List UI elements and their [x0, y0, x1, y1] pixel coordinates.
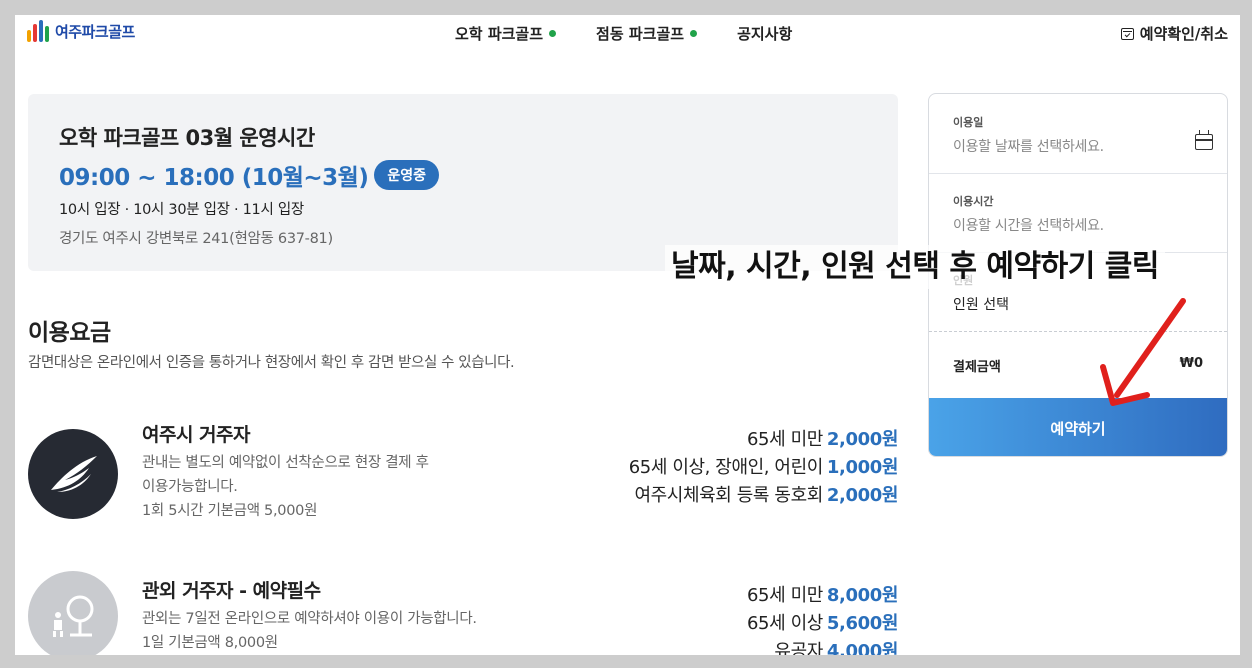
divider — [929, 173, 1227, 174]
status-badge: 운영중 — [374, 160, 439, 190]
price-amount: 4,000원 — [826, 641, 899, 655]
page: 여주파크골프 오학 파크골프 점동 파크골프 공지사항 예약확인/취소 오학 파… — [15, 15, 1240, 655]
fee-price-list: 65세 미만 2,000원 65세 이상, 장애인, 어린이 1,000원 여주시체… — [628, 426, 899, 510]
calendar-check-icon — [1120, 27, 1134, 40]
fee-group-name: 관외 거주자 - 예약필수 — [142, 580, 321, 602]
site-header: 여주파크골프 오학 파크골프 점동 파크골프 공지사항 예약확인/취소 — [15, 15, 1240, 51]
nav-item-label: 점동 파크골프 — [596, 25, 685, 43]
reservation-check-link[interactable]: 예약확인/취소 — [1120, 23, 1228, 44]
price-amount: 1,000원 — [826, 457, 899, 478]
wing-icon — [28, 429, 118, 519]
note-line: 1일 기본금액 8,000원 — [142, 635, 278, 651]
nav-item-notice[interactable]: 공지사항 — [737, 23, 792, 44]
note-line: 관외는 7일전 온라인으로 예약하셔야 이용이 가능합니다. — [142, 611, 477, 627]
price-label: 65세 이상 — [746, 613, 823, 634]
reservation-check-label: 예약확인/취소 — [1139, 25, 1228, 43]
price-label: 65세 미만 — [746, 585, 823, 606]
time-field[interactable]: 이용시간 이용할 시간을 선택하세요. — [929, 193, 1227, 235]
price-line: 유공자 4,000원 — [747, 638, 898, 655]
time-placeholder: 이용할 시간을 선택하세요. — [953, 218, 1104, 234]
logo-text: 여주파크골프 — [55, 23, 135, 41]
nav-item-label: 오학 파크골프 — [455, 25, 544, 43]
fee-section-title: 이용요금 — [28, 320, 111, 346]
operating-hours: 09:00 ~ 18:00 (10월~3월) — [59, 165, 369, 191]
price-amount: 2,000원 — [826, 485, 899, 506]
price-label: 유공자 — [774, 641, 823, 655]
nav-item-label: 공지사항 — [737, 25, 793, 43]
price-amount: 8,000원 — [826, 585, 899, 606]
price-label: 여주시체육회 등록 동호회 — [634, 485, 823, 506]
instruction-annotation: 날짜, 시간, 인원 선택 후 예약하기 클릭 — [665, 245, 1165, 289]
price-line: 여주시체육회 등록 동호회 2,000원 — [629, 482, 898, 510]
status-dot-icon — [690, 30, 698, 37]
fee-section-description: 감면대상은 온라인에서 인증을 통하거나 현장에서 확인 후 감면 받으실 수 … — [28, 355, 515, 371]
fee-group-name: 여주시 거주자 — [142, 424, 251, 446]
date-placeholder: 이용할 날짜를 선택하세요. — [953, 139, 1104, 155]
red-arrow-icon — [1100, 298, 1186, 406]
fee-group-note: 관외는 7일전 온라인으로 예약하셔야 이용이 가능합니다. 1일 기본금액 8… — [142, 607, 542, 655]
calendar-icon[interactable] — [1195, 130, 1213, 150]
time-label: 이용시간 — [953, 195, 994, 208]
date-label: 이용일 — [953, 116, 984, 129]
note-line: 이용가능합니다. — [142, 479, 238, 495]
fee-group-body: 관외 거주자 - 예약필수 관외는 7일전 온라인으로 예약하셔야 이용이 가능… — [142, 576, 542, 655]
price-label: 65세 이상, 장애인, 어린이 — [628, 457, 824, 478]
price-label: 65세 미만 — [746, 429, 823, 450]
hours-title: 오학 파크골프 03월 운영시간 — [59, 126, 315, 150]
hours-row: 09:00 ~ 18:00 (10월~3월) 운영중 — [59, 158, 867, 192]
price-line: 65세 미만 2,000원 — [629, 426, 898, 454]
nav-item-jeomdong[interactable]: 점동 파크골프 — [596, 23, 698, 44]
price-amount: 5,600원 — [826, 613, 899, 634]
nav-item-ohak[interactable]: 오학 파크골프 — [455, 23, 557, 44]
tree-bench-icon — [28, 571, 118, 655]
date-field[interactable]: 이용일 이용할 날짜를 선택하세요. — [929, 114, 1227, 156]
fee-price-list: 65세 미만 8,000원 65세 이상 5,600원 유공자 4,000원 — [747, 582, 898, 655]
price-line: 65세 이상 5,600원 — [747, 610, 898, 638]
price-amount: 2,000원 — [826, 429, 899, 450]
price-line: 65세 이상, 장애인, 어린이 1,000원 — [628, 454, 899, 482]
total-label: 결제금액 — [953, 360, 1001, 375]
note-line: 1회 5시간 기본금액 5,000원 — [142, 503, 318, 519]
main-nav: 오학 파크골프 점동 파크골프 공지사항 — [455, 23, 792, 44]
note-line: 관내는 별도의 예약없이 선착순으로 현장 결제 후 — [142, 455, 429, 471]
status-dot-icon — [549, 30, 557, 37]
site-logo[interactable]: 여주파크골프 — [27, 18, 135, 42]
fee-group-body: 여주시 거주자 관내는 별도의 예약없이 선착순으로 현장 결제 후 이용가능합… — [142, 420, 542, 523]
entry-times: 10시 입장 · 10시 30분 입장 · 11시 입장 — [59, 202, 304, 218]
logo-bars-icon — [27, 18, 49, 42]
fee-group-note: 관내는 별도의 예약없이 선착순으로 현장 결제 후 이용가능합니다. 1회 5… — [142, 451, 542, 523]
price-line: 65세 미만 8,000원 — [747, 582, 898, 610]
